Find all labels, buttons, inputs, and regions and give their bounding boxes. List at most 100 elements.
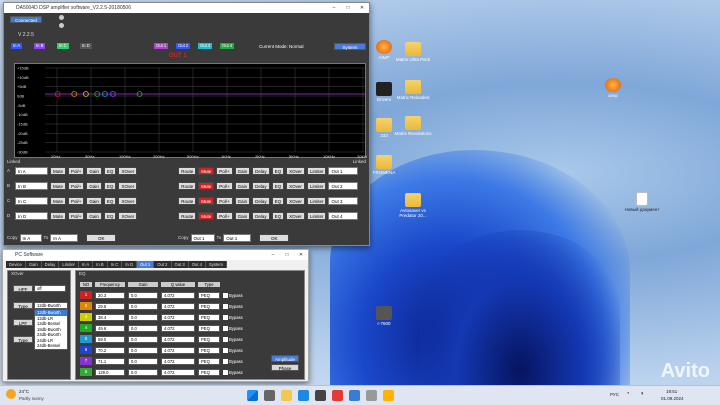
eq-frequency-input[interactable]: 70.2 (95, 346, 125, 354)
desktop-icon[interactable]: Matrix Reloaded (393, 80, 433, 100)
output-delay-button[interactable]: Delay (252, 166, 270, 175)
output-route-button[interactable]: Route (178, 166, 197, 175)
output-name-field[interactable]: Out 4 (328, 211, 359, 220)
eq-gain-input[interactable]: 0.0 (128, 324, 158, 332)
channel-checkbox-in-c[interactable]: In C (57, 43, 69, 49)
output-mute-button[interactable]: Mute (198, 211, 215, 220)
output-gain-button[interactable]: Gain (234, 211, 251, 220)
input-eq-button[interactable]: EQ (103, 196, 117, 205)
edge-icon[interactable] (298, 390, 309, 401)
output-eq-button[interactable]: EQ (271, 211, 285, 220)
input-gain-button[interactable]: Gain (86, 181, 102, 190)
tab-gain[interactable]: Gain (25, 261, 42, 268)
close-icon[interactable]: ✕ (294, 250, 308, 260)
eq-type-select[interactable]: PEQ (198, 324, 220, 332)
desktop-icon[interactable]: Новый документ (622, 192, 662, 212)
channel-checkbox-in-a[interactable]: In A (11, 43, 23, 49)
output-eq-button[interactable]: EQ (271, 181, 285, 190)
input-eq-button[interactable]: EQ (103, 181, 117, 190)
eq-q-input[interactable]: 4.072 (161, 302, 195, 310)
wifi-icon[interactable]: ◔ (626, 391, 630, 397)
input-xover-button[interactable]: XOver (118, 196, 138, 205)
minimize-icon[interactable]: – (266, 250, 280, 260)
tab-system[interactable]: System (206, 261, 227, 268)
eq-type-select[interactable]: PEQ (198, 335, 220, 343)
output-delay-button[interactable]: Delay (252, 211, 270, 220)
tab-out-1[interactable]: Out 1 (137, 261, 155, 268)
copy-ok-button[interactable]: OK (86, 233, 117, 242)
output-eq-button[interactable]: EQ (271, 166, 285, 175)
tab-delay[interactable]: Delay (41, 261, 60, 268)
filter-type-dropdown[interactable]: 12db-Bworth 12db-LR 12db-Bessel 18db-Bworth… (34, 309, 68, 350)
output-pol-button[interactable]: Pol/+ (216, 181, 233, 190)
output-route-button[interactable]: Route (178, 196, 197, 205)
eq-frequency-input[interactable]: 59.0 (95, 335, 125, 343)
output-gain-button[interactable]: Gain (234, 181, 251, 190)
input-xover-button[interactable]: XOver (118, 211, 138, 220)
eq-gain-input[interactable]: 0.0 (128, 291, 158, 299)
input-name-field[interactable]: In D (15, 211, 48, 220)
eq-type-select[interactable]: PEQ (198, 346, 220, 354)
minimize-icon[interactable]: – (327, 3, 341, 13)
tab-in-b[interactable]: In B (93, 261, 108, 268)
output-name-field[interactable]: Out 2 (328, 181, 359, 190)
input-mute-button[interactable]: Mute (50, 181, 67, 190)
eq-frequency-input[interactable]: 49.6 (95, 324, 125, 332)
eq-gain-input[interactable]: 0.0 (128, 368, 158, 376)
eq-type-select[interactable]: PEQ (198, 313, 220, 321)
input-eq-button[interactable]: EQ (103, 166, 117, 175)
output-xover-button[interactable]: XOver (286, 211, 305, 220)
app-icon[interactable] (332, 390, 343, 401)
system-button[interactable]: System (334, 43, 366, 50)
type-label-button[interactable]: Type (13, 302, 33, 309)
output-eq-button[interactable]: EQ (271, 196, 285, 205)
channel-checkbox-out-1[interactable]: Out 1 (154, 43, 169, 49)
input-pol-button[interactable]: Pol/+ (68, 181, 85, 190)
input-pol-button[interactable]: Pol/+ (68, 196, 85, 205)
eq-type-select[interactable]: PEQ (198, 357, 220, 365)
weather-temp[interactable]: 24°C (19, 389, 29, 394)
output-name-field[interactable]: Out 1 (328, 166, 359, 175)
close-icon[interactable]: ✕ (355, 3, 369, 13)
copy-to-select[interactable]: Out 1 (223, 233, 252, 242)
tab-limiter[interactable]: Limiter (59, 261, 79, 268)
copy-to-select[interactable]: In A (50, 233, 79, 242)
tab-in-d[interactable]: In D (122, 261, 138, 268)
eq-bypass-checkbox[interactable]: Bypass (223, 303, 243, 309)
copy-from-select[interactable]: In A (19, 233, 42, 242)
output-xover-button[interactable]: XOver (286, 196, 305, 205)
eq-frequency-input[interactable]: 129.0 (95, 368, 125, 376)
input-pol-button[interactable]: Pol/+ (68, 166, 85, 175)
tab-device[interactable]: Device (6, 261, 26, 268)
eq-gain-input[interactable]: 0.0 (128, 357, 158, 365)
app-icon[interactable] (366, 390, 377, 401)
eq-frequency-input[interactable]: 38.4 (95, 313, 125, 321)
tab-in-c[interactable]: In C (107, 261, 123, 268)
output-route-button[interactable]: Route (178, 211, 197, 220)
eq-bypass-checkbox[interactable]: Bypass (223, 347, 243, 353)
hpf-button[interactable]: HPF (13, 285, 33, 292)
eq-q-input[interactable]: 4.072 (161, 346, 195, 354)
channel-checkbox-out-2[interactable]: Out 2 (176, 43, 191, 49)
output-delay-button[interactable]: Delay (252, 181, 270, 190)
eq-bypass-checkbox[interactable]: Bypass (223, 358, 243, 364)
eq-q-input[interactable]: 4.072 (161, 313, 195, 321)
input-name-field[interactable]: In C (15, 196, 48, 205)
output-xover-button[interactable]: XOver (286, 181, 305, 190)
desktop-icon[interactable]: aimp (593, 78, 633, 98)
filter-type-option[interactable]: 24db-Bessel (35, 343, 67, 349)
tab-out-2[interactable]: Out 2 (154, 261, 172, 268)
maximize-icon[interactable]: □ (341, 3, 355, 13)
aimp-icon[interactable] (383, 390, 394, 401)
eq-frequency-input[interactable]: 29.5 (95, 302, 125, 310)
output-pol-button[interactable]: Pol/+ (216, 166, 233, 175)
eq-frequency-input[interactable]: 20.3 (95, 291, 125, 299)
output-route-button[interactable]: Route (178, 181, 197, 190)
desktop-icon[interactable]: Matrix Ultra Pack (393, 42, 433, 62)
input-eq-button[interactable]: EQ (103, 211, 117, 220)
search-icon[interactable] (264, 390, 275, 401)
eq-type-select[interactable]: PEQ (198, 368, 220, 376)
eq-gain-input[interactable]: 0.0 (128, 313, 158, 321)
eq-q-input[interactable]: 4.072 (161, 324, 195, 332)
output-name-field[interactable]: Out 3 (328, 196, 359, 205)
